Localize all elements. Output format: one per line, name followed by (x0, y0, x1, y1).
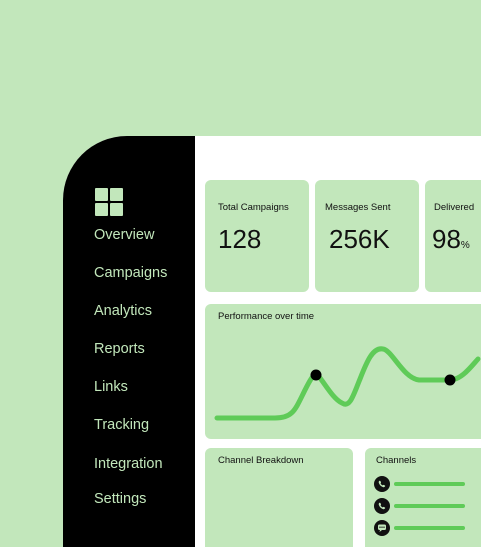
sidebar-item-links[interactable]: Links (94, 379, 128, 395)
main-content: Total Campaigns 128 Messages Sent 256K D… (195, 136, 481, 547)
stat-label: Messages Sent (325, 202, 391, 213)
chart-point[interactable] (310, 369, 322, 381)
stat-card-messages-sent[interactable]: Messages Sent 256K (315, 180, 419, 292)
stat-label: Total Campaigns (218, 202, 289, 213)
stat-card-delivered[interactable]: Delivered 98% (425, 180, 481, 292)
stat-value: 98% (432, 224, 470, 254)
sidebar-item-integration[interactable]: Integration (94, 456, 163, 472)
sidebar-item-analytics[interactable]: Analytics (94, 303, 152, 319)
whatsapp-icon (374, 476, 390, 492)
stat-value: 256K (329, 224, 390, 254)
channel-row[interactable] (374, 498, 474, 514)
sidebar-item-tracking[interactable]: Tracking (94, 417, 149, 433)
panel-title: Channel Breakdown (218, 455, 304, 466)
channel-row[interactable] (374, 520, 474, 536)
sidebar-item-overview[interactable]: Overview (94, 227, 154, 243)
dashboard-grid-icon (95, 188, 123, 216)
channel-row[interactable] (374, 476, 474, 492)
sidebar: Overview Campaigns Analytics Reports Lin… (63, 136, 195, 547)
performance-line-chart (214, 346, 481, 421)
whatsapp-icon (374, 498, 390, 514)
channel-bar (394, 526, 465, 530)
channel-bar (394, 504, 465, 508)
stat-card-total-campaigns[interactable]: Total Campaigns 128 (205, 180, 309, 292)
stat-label: Delivered (434, 202, 475, 213)
channel-bar (394, 482, 465, 486)
sidebar-item-campaigns[interactable]: Campaigns (94, 265, 167, 281)
performance-trend-line (214, 346, 481, 421)
sidebar-item-reports[interactable]: Reports (94, 341, 145, 357)
chart-point[interactable] (444, 374, 456, 386)
channel-breakdown-panel[interactable]: Channel Breakdown (205, 448, 353, 547)
performance-panel[interactable]: Performance over time (205, 304, 481, 439)
chat-bubble-icon (374, 520, 390, 536)
stat-value: 128 (218, 224, 262, 254)
sidebar-item-settings[interactable]: Settings (94, 491, 146, 507)
channels-panel[interactable]: Channels (365, 448, 481, 547)
stat-unit: % (460, 240, 470, 251)
panel-title: Channels (376, 455, 417, 466)
app-window: Overview Campaigns Analytics Reports Lin… (63, 136, 481, 547)
